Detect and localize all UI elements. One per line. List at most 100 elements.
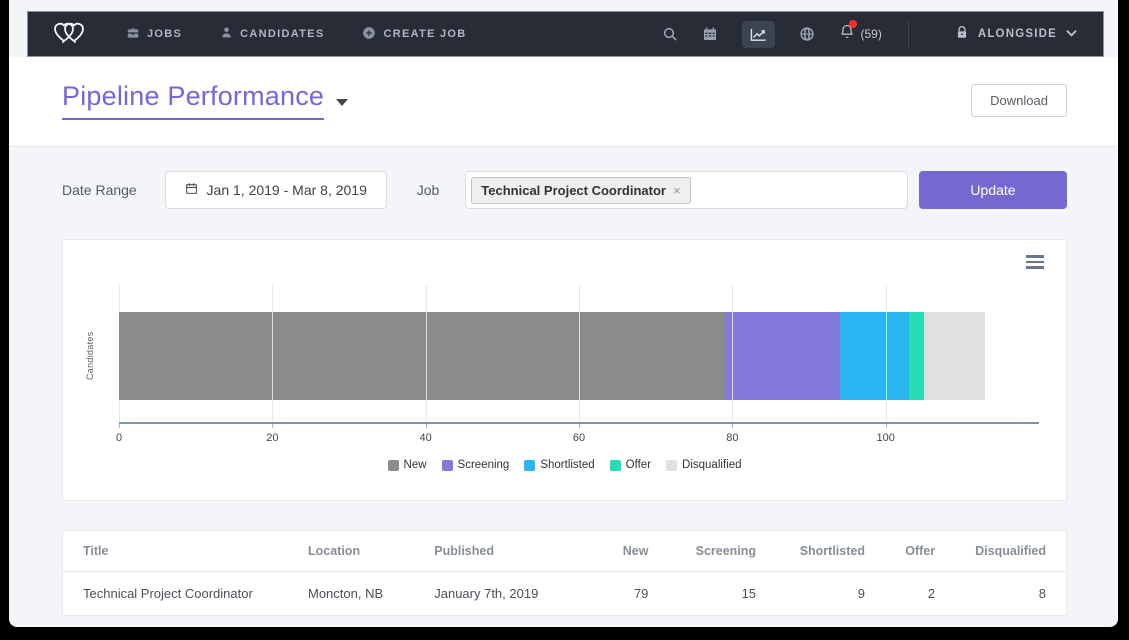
bar-segment-shortlisted[interactable] <box>840 312 909 400</box>
bar-segment-offer[interactable] <box>909 312 924 400</box>
legend-item-shortlisted[interactable]: Shortlisted <box>524 459 594 471</box>
line-chart-icon[interactable] <box>742 21 775 48</box>
pipeline-table: Title Location Published New Screening S… <box>63 531 1066 615</box>
legend-item-screening[interactable]: Screening <box>442 459 510 471</box>
table-header-row: Title Location Published New Screening S… <box>63 531 1066 572</box>
gridline-overlay <box>426 312 427 400</box>
col-header-published: Published <box>414 531 592 572</box>
job-select-input[interactable]: Technical Project Coordinator × <box>465 171 908 209</box>
legend-label: New <box>404 459 427 471</box>
date-range-value: Jan 1, 2019 - Mar 8, 2019 <box>207 182 367 198</box>
cell-disqualified: 8 <box>955 572 1066 616</box>
brand-logo[interactable] <box>50 17 88 52</box>
legend-label: Shortlisted <box>540 459 594 471</box>
col-header-offer: Offer <box>885 531 955 572</box>
legend-item-disqualified[interactable]: Disqualified <box>666 459 741 471</box>
bar-segment-new[interactable] <box>119 312 725 400</box>
legend-label: Disqualified <box>682 459 741 471</box>
account-dropdown[interactable]: ALONGSIDE <box>935 25 1099 43</box>
legend-label: Screening <box>458 459 510 471</box>
col-header-shortlisted: Shortlisted <box>776 531 885 572</box>
date-range-label: Date Range <box>62 182 137 198</box>
navbar-left: JOBS CANDIDATES CR <box>28 17 662 52</box>
legend-label: Offer <box>626 459 651 471</box>
cell-published: January 7th, 2019 <box>414 572 592 616</box>
y-axis-label: Candidates <box>85 312 99 400</box>
chart-legend: New Screening Shortlisted Offer Disqualified <box>63 459 1066 471</box>
chart-menu-icon[interactable] <box>1026 255 1044 272</box>
gridline-overlay <box>272 312 273 400</box>
person-icon <box>220 26 233 42</box>
x-axis-tick <box>886 424 887 428</box>
hearts-logo-icon <box>50 17 88 52</box>
download-button[interactable]: Download <box>971 84 1067 117</box>
notifications-button[interactable]: (59) <box>839 23 881 45</box>
chevron-down-icon <box>1066 28 1077 40</box>
x-axis-tick <box>579 424 580 428</box>
calendar-small-icon <box>185 182 198 198</box>
job-tag-label: Technical Project Coordinator <box>481 183 666 198</box>
nav-item-label: JOBS <box>147 28 182 40</box>
filter-bar: Date Range Jan 1, 2019 - Mar 8, 2019 Job… <box>9 147 1118 209</box>
plus-circle-icon <box>362 26 376 43</box>
bar-segment-disqualified[interactable] <box>924 312 985 400</box>
notification-count: (59) <box>860 27 881 41</box>
col-header-location: Location <box>288 531 414 572</box>
bar-segment-screening[interactable] <box>725 312 840 400</box>
cell-location: Moncton, NB <box>288 572 414 616</box>
nav-item-candidates[interactable]: CANDIDATES <box>220 26 324 42</box>
cell-shortlisted: 9 <box>776 572 885 616</box>
lock-icon <box>955 25 969 43</box>
date-range-input[interactable]: Jan 1, 2019 - Mar 8, 2019 <box>165 171 387 209</box>
plot-area: Candidates 020406080100 <box>119 285 1039 422</box>
gridline-overlay <box>732 312 733 400</box>
report-selector[interactable]: Pipeline Performance <box>62 81 348 120</box>
legend-swatch-icon <box>442 460 453 471</box>
title-band: Pipeline Performance Download <box>9 57 1118 147</box>
calendar-icon[interactable] <box>702 26 718 42</box>
legend-swatch-icon <box>666 460 677 471</box>
job-tag[interactable]: Technical Project Coordinator × <box>471 177 690 204</box>
nav-item-jobs[interactable]: JOBS <box>126 26 182 43</box>
legend-item-offer[interactable]: Offer <box>610 459 651 471</box>
job-label: Job <box>417 182 440 198</box>
app-page: JOBS CANDIDATES CR <box>9 0 1118 627</box>
notification-dot <box>849 20 857 28</box>
gridline-overlay <box>886 312 887 400</box>
x-axis-tick <box>272 424 273 428</box>
x-tick-label: 60 <box>573 432 585 444</box>
nav-item-create-job[interactable]: CREATE JOB <box>362 26 466 43</box>
globe-icon[interactable] <box>799 26 815 42</box>
page-title: Pipeline Performance <box>62 81 324 120</box>
cell-offer: 2 <box>885 572 955 616</box>
col-header-disqualified: Disqualified <box>955 531 1066 572</box>
col-header-new: New <box>592 531 668 572</box>
close-icon[interactable]: × <box>673 184 681 197</box>
navbar-divider <box>908 21 909 48</box>
nav-item-label: CANDIDATES <box>240 28 324 40</box>
x-tick-label: 20 <box>266 432 278 444</box>
x-tick-label: 40 <box>420 432 432 444</box>
x-axis-tick <box>426 424 427 428</box>
x-axis-tick <box>119 424 120 428</box>
legend-swatch-icon <box>524 460 535 471</box>
x-tick-label: 100 <box>876 432 894 444</box>
x-tick-label: 80 <box>726 432 738 444</box>
legend-swatch-icon <box>610 460 621 471</box>
nav-item-label: CREATE JOB <box>383 28 466 40</box>
x-axis-tick <box>732 424 733 428</box>
cell-screening: 15 <box>668 572 776 616</box>
screenshot-frame: JOBS CANDIDATES CR <box>0 0 1129 640</box>
table-row: Technical Project Coordinator Moncton, N… <box>63 572 1066 616</box>
update-button[interactable]: Update <box>919 171 1067 209</box>
search-icon[interactable] <box>662 26 678 42</box>
cell-new: 79 <box>592 572 668 616</box>
col-header-title: Title <box>63 531 288 572</box>
legend-item-new[interactable]: New <box>388 459 427 471</box>
pipeline-chart-card: Candidates 020406080100 NewScreeningShor… <box>62 239 1067 501</box>
briefcase-icon <box>126 26 140 43</box>
pipeline-table-card: Title Location Published New Screening S… <box>62 530 1067 616</box>
col-header-screening: Screening <box>668 531 776 572</box>
x-tick-label: 0 <box>116 432 122 444</box>
gridline-overlay <box>579 312 580 400</box>
